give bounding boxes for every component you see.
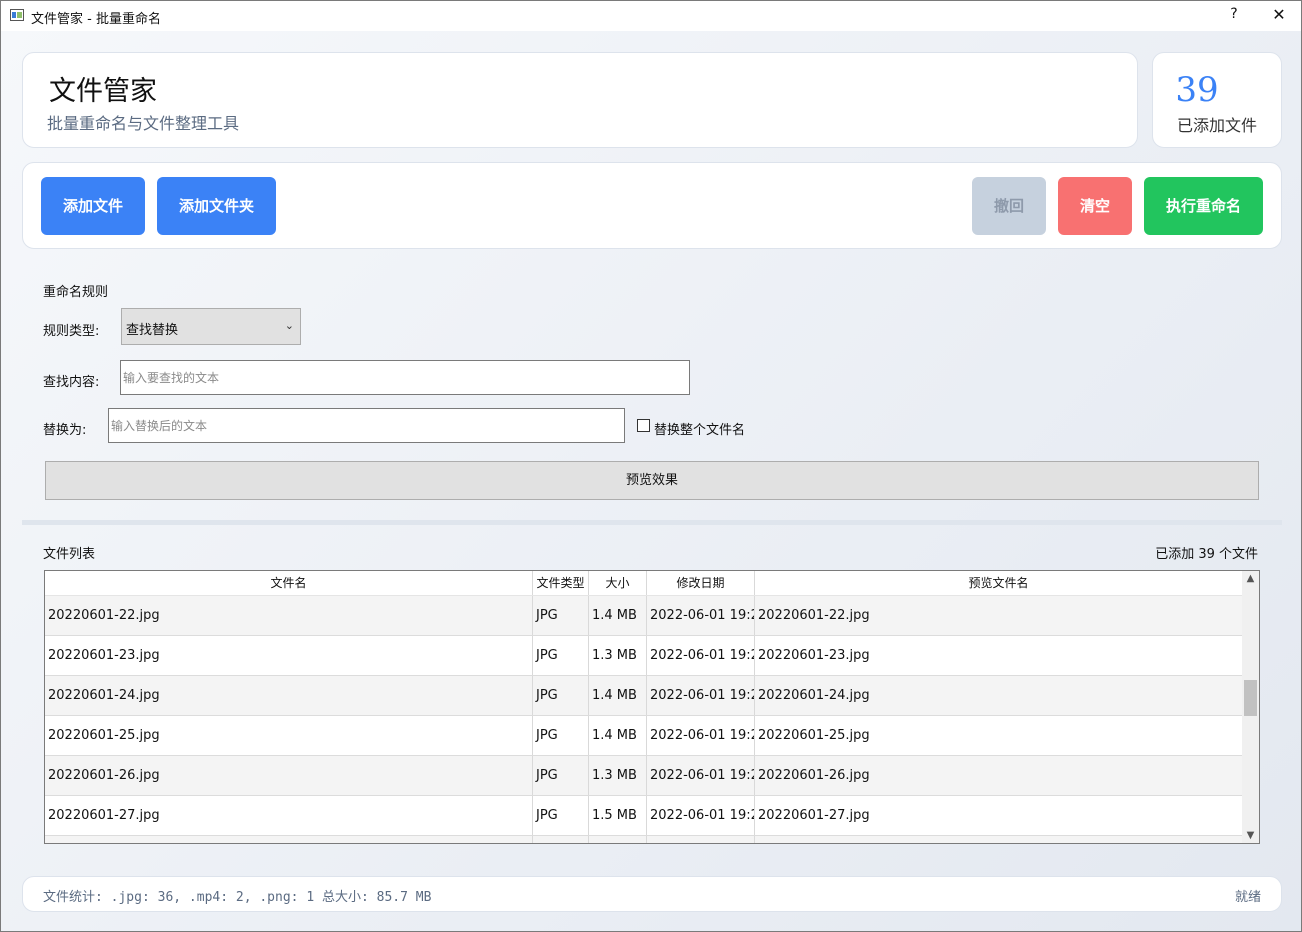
header-card: 文件管家 批量重命名与文件整理工具	[22, 52, 1138, 148]
cell-modified: 2022-06-01 19:22	[647, 676, 755, 715]
close-button[interactable]: ✕	[1269, 5, 1289, 24]
replace-input[interactable]	[108, 408, 625, 443]
replace-whole-checkbox[interactable]	[637, 419, 650, 432]
cell-type: JPG	[533, 796, 589, 835]
table-header: 文件名 文件类型 大小 修改日期 预览文件名	[45, 571, 1242, 596]
table-row-partial[interactable]	[45, 836, 1242, 843]
file-count-label: 已添加文件	[1176, 116, 1257, 135]
app-title: 文件管家	[49, 76, 157, 107]
find-label: 查找内容:	[43, 375, 100, 390]
clear-button[interactable]: 清空	[1058, 177, 1132, 235]
app-window: 文件管家 - 批量重命名 ? ✕ 文件管家 批量重命名与文件整理工具 39 已添…	[0, 0, 1302, 932]
cell-size	[589, 836, 647, 843]
app-subtitle: 批量重命名与文件整理工具	[47, 114, 240, 133]
status-bar: 文件统计: .jpg: 36, .mp4: 2, .png: 1 总大小: 85…	[22, 876, 1282, 912]
table-scrollbar[interactable]: ▲ ▼	[1242, 571, 1259, 843]
window-title: 文件管家 - 批量重命名	[31, 12, 161, 27]
table-body: 20220601-22.jpg JPG 1.4 MB 2022-06-01 19…	[45, 596, 1242, 843]
cell-modified: 2022-06-01 19:23	[647, 756, 755, 795]
undo-button[interactable]: 撤回	[972, 177, 1046, 235]
cell-filename: 20220601-24.jpg	[45, 676, 533, 715]
table-row[interactable]: 20220601-27.jpg JPG 1.5 MB 2022-06-01 19…	[45, 796, 1242, 836]
title-bar: 文件管家 - 批量重命名 ? ✕	[1, 1, 1301, 31]
cell-type: JPG	[533, 716, 589, 755]
file-list-count: 已添加 39 个文件	[1155, 547, 1258, 562]
replace-label: 替换为:	[43, 423, 87, 438]
cell-preview: 20220601-26.jpg	[758, 768, 870, 783]
file-list-title: 文件列表	[43, 547, 96, 562]
cell-modified: 2022-06-01 19:23	[647, 716, 755, 755]
table-row[interactable]: 20220601-23.jpg JPG 1.3 MB 2022-06-01 19…	[45, 636, 1242, 676]
column-header-preview[interactable]: 预览文件名	[755, 571, 1242, 595]
cell-size: 1.4 MB	[589, 716, 647, 755]
table-row[interactable]: 20220601-26.jpg JPG 1.3 MB 2022-06-01 19…	[45, 756, 1242, 796]
cell-preview: 20220601-27.jpg	[758, 808, 870, 823]
file-stats: 文件统计: .jpg: 36, .mp4: 2, .png: 1 总大小: 85…	[43, 890, 432, 905]
replace-whole-label[interactable]: 替换整个文件名	[654, 419, 745, 438]
cell-modified: 2022-06-01 19:22	[647, 596, 755, 635]
table-row[interactable]: 20220601-22.jpg JPG 1.4 MB 2022-06-01 19…	[45, 596, 1242, 636]
cell-size: 1.4 MB	[589, 676, 647, 715]
rules-section-title: 重命名规则	[43, 285, 109, 300]
toolbar: 添加文件 添加文件夹 撤回 清空 执行重命名	[22, 162, 1282, 249]
scrollbar-thumb[interactable]	[1244, 680, 1257, 716]
table-row[interactable]: 20220601-24.jpg JPG 1.4 MB 2022-06-01 19…	[45, 676, 1242, 716]
section-divider	[22, 520, 1282, 525]
column-header-modified[interactable]: 修改日期	[647, 571, 755, 595]
cell-type: JPG	[533, 636, 589, 675]
cell-type	[533, 836, 589, 843]
chevron-down-icon: ⌄	[284, 319, 294, 332]
cell-filename: 20220601-27.jpg	[45, 796, 533, 835]
find-input[interactable]	[120, 360, 690, 395]
app-icon	[10, 9, 24, 21]
add-file-button[interactable]: 添加文件	[41, 177, 145, 235]
help-button[interactable]: ?	[1226, 6, 1242, 22]
cell-type: JPG	[533, 676, 589, 715]
column-header-size[interactable]: 大小	[589, 571, 647, 595]
cell-modified: 2022-06-01 19:22	[647, 636, 755, 675]
cell-size: 1.3 MB	[589, 756, 647, 795]
cell-preview: 20220601-23.jpg	[758, 648, 870, 663]
rule-type-select[interactable]: 查找替换 ⌄	[121, 308, 301, 345]
cell-modified	[647, 836, 755, 843]
file-table[interactable]: 文件名 文件类型 大小 修改日期 预览文件名 20220601-22.jpg J…	[44, 570, 1260, 844]
rule-type-label: 规则类型:	[43, 324, 100, 339]
column-header-filename[interactable]: 文件名	[45, 571, 533, 595]
run-rename-button[interactable]: 执行重命名	[1144, 177, 1263, 235]
cell-filename: 20220601-25.jpg	[45, 716, 533, 755]
status-text: 就绪	[1234, 890, 1261, 905]
file-count-number: 39	[1175, 70, 1219, 110]
cell-size: 1.4 MB	[589, 596, 647, 635]
scroll-down-icon[interactable]: ▼	[1242, 830, 1259, 841]
cell-size: 1.5 MB	[589, 796, 647, 835]
cell-filename: 20220601-23.jpg	[45, 636, 533, 675]
rule-type-value: 查找替换	[126, 323, 179, 338]
add-folder-button[interactable]: 添加文件夹	[157, 177, 276, 235]
preview-button[interactable]: 预览效果	[45, 461, 1259, 500]
cell-filename	[45, 836, 533, 843]
table-row[interactable]: 20220601-25.jpg JPG 1.4 MB 2022-06-01 19…	[45, 716, 1242, 756]
cell-filename: 20220601-22.jpg	[45, 596, 533, 635]
cell-modified: 2022-06-01 19:23	[647, 796, 755, 835]
file-counter-card: 39 已添加文件	[1152, 52, 1282, 148]
cell-size: 1.3 MB	[589, 636, 647, 675]
cell-filename: 20220601-26.jpg	[45, 756, 533, 795]
cell-preview: 20220601-22.jpg	[758, 608, 870, 623]
cell-preview	[755, 836, 1242, 843]
cell-preview: 20220601-24.jpg	[758, 688, 870, 703]
column-header-type[interactable]: 文件类型	[533, 571, 589, 595]
cell-type: JPG	[533, 596, 589, 635]
cell-type: JPG	[533, 756, 589, 795]
scroll-up-icon[interactable]: ▲	[1242, 573, 1259, 584]
cell-preview: 20220601-25.jpg	[758, 728, 870, 743]
